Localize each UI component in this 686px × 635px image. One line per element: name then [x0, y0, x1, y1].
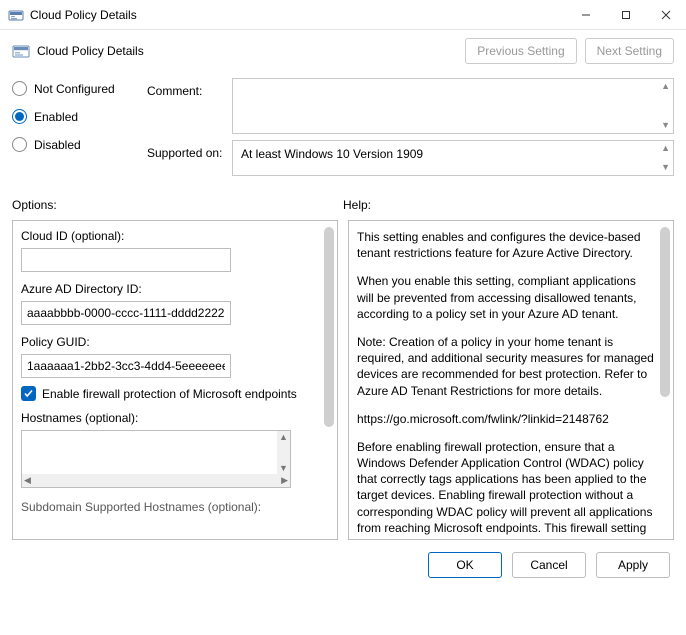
chevron-down-icon[interactable]: ▼ — [661, 163, 670, 172]
help-scrollbar[interactable] — [659, 225, 671, 535]
scrollbar-thumb[interactable] — [324, 227, 334, 427]
footer: OK Cancel Apply — [0, 542, 686, 588]
next-setting-button[interactable]: Next Setting — [585, 38, 674, 64]
cloud-id-input[interactable] — [21, 248, 231, 272]
page-title: Cloud Policy Details — [37, 44, 457, 58]
scrollbar-vertical[interactable]: ▲ ▼ — [277, 431, 290, 474]
radio-label: Enabled — [34, 110, 78, 124]
help-text: This setting enables and configures the … — [357, 229, 655, 261]
help-text: Note: Creation of a policy in your home … — [357, 334, 655, 399]
policy-icon — [12, 42, 30, 60]
app-icon — [8, 7, 24, 23]
minimize-button[interactable] — [566, 0, 606, 30]
firewall-checkbox-label: Enable firewall protection of Microsoft … — [42, 387, 297, 401]
options-heading: Options: — [12, 198, 343, 212]
radio-enabled[interactable]: Enabled — [12, 109, 147, 124]
directory-id-input[interactable] — [21, 301, 231, 325]
help-text: Before enabling firewall protection, ens… — [357, 439, 655, 540]
supported-label: Supported on: — [147, 140, 232, 160]
previous-setting-button[interactable]: Previous Setting — [465, 38, 576, 64]
titlebar: Cloud Policy Details — [0, 0, 686, 30]
close-button[interactable] — [646, 0, 686, 30]
window-title: Cloud Policy Details — [30, 8, 566, 22]
chevron-left-icon[interactable]: ◀ — [22, 474, 33, 487]
subdomain-label: Subdomain Supported Hostnames (optional)… — [21, 500, 319, 514]
options-scrollbar[interactable] — [323, 225, 335, 535]
hostnames-listbox[interactable]: ▲ ▼ ◀ ▶ — [21, 430, 291, 488]
help-pane: This setting enables and configures the … — [348, 220, 674, 540]
help-text: When you enable this setting, compliant … — [357, 273, 655, 322]
cloud-id-label: Cloud ID (optional): — [21, 229, 319, 243]
apply-button[interactable]: Apply — [596, 552, 670, 578]
state-radio-group: Not Configured Enabled Disabled — [12, 78, 147, 182]
panes: Cloud ID (optional): Azure AD Directory … — [0, 216, 686, 542]
section-labels: Options: Help: — [0, 188, 686, 216]
radio-icon — [12, 81, 27, 96]
config-section: Not Configured Enabled Disabled Comment:… — [0, 78, 686, 188]
hostnames-label: Hostnames (optional): — [21, 411, 319, 425]
options-pane: Cloud ID (optional): Azure AD Directory … — [12, 220, 338, 540]
scrollbar-thumb[interactable] — [660, 227, 670, 397]
chevron-up-icon[interactable]: ▲ — [277, 431, 290, 443]
supported-spinner[interactable]: ▲ ▼ — [661, 144, 670, 172]
radio-label: Disabled — [34, 138, 81, 152]
radio-not-configured[interactable]: Not Configured — [12, 81, 147, 96]
policy-guid-label: Policy GUID: — [21, 335, 319, 349]
radio-disabled[interactable]: Disabled — [12, 137, 147, 152]
radio-icon — [12, 109, 27, 124]
cancel-button[interactable]: Cancel — [512, 552, 586, 578]
form-column: Comment: ▲ ▼ Supported on: At least Wind… — [147, 78, 674, 182]
comment-input[interactable]: ▲ ▼ — [232, 78, 674, 134]
comment-label: Comment: — [147, 78, 232, 98]
maximize-button[interactable] — [606, 0, 646, 30]
help-link-text: https://go.microsoft.com/fwlink/?linkid=… — [357, 411, 655, 427]
supported-on-value: At least Windows 10 Version 1909 — [241, 147, 423, 161]
scrollbar-horizontal[interactable]: ◀ ▶ — [22, 474, 290, 487]
chevron-right-icon[interactable]: ▶ — [279, 474, 290, 487]
firewall-checkbox-row[interactable]: Enable firewall protection of Microsoft … — [21, 386, 319, 401]
chevron-up-icon[interactable]: ▲ — [661, 144, 670, 153]
supported-on-field: At least Windows 10 Version 1909 ▲ ▼ — [232, 140, 674, 176]
chevron-down-icon[interactable]: ▼ — [661, 121, 670, 130]
radio-label: Not Configured — [34, 82, 115, 96]
chevron-up-icon[interactable]: ▲ — [661, 82, 670, 91]
policy-guid-input[interactable] — [21, 354, 231, 378]
help-heading: Help: — [343, 198, 674, 212]
radio-icon — [12, 137, 27, 152]
chevron-down-icon[interactable]: ▼ — [277, 462, 290, 474]
ok-button[interactable]: OK — [428, 552, 502, 578]
checkbox-checked-icon — [21, 386, 36, 401]
directory-id-label: Azure AD Directory ID: — [21, 282, 319, 296]
comment-spinner[interactable]: ▲ ▼ — [661, 82, 670, 130]
header: Cloud Policy Details Previous Setting Ne… — [0, 30, 686, 78]
